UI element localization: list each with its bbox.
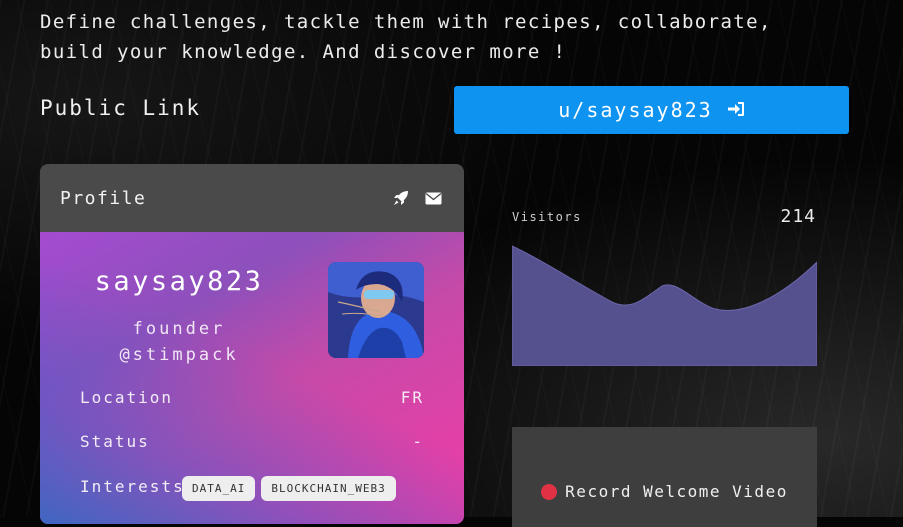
status-label: Status [80, 432, 150, 451]
interests-label: Interests [80, 477, 185, 496]
tagline: Define challenges, tackle them with reci… [40, 11, 772, 63]
profile-card-title: Profile [60, 187, 147, 209]
profile-card: Profile saysay823 founder @stimpack Loca… [40, 164, 464, 524]
visitors-sparkline [512, 245, 817, 366]
record-welcome-video-label: Record Welcome Video [565, 482, 788, 501]
profile-card-header: Profile [40, 164, 464, 232]
profile-card-body: saysay823 founder @stimpack Location FR … [40, 232, 464, 524]
interest-tags: DATA_AI BLOCKCHAIN_WEB3 [182, 476, 396, 501]
record-icon [541, 483, 558, 500]
visitors-count: 214 [780, 206, 816, 227]
welcome-video-panel: Record Welcome Video [512, 427, 817, 527]
rocket-icon[interactable] [392, 190, 409, 207]
avatar[interactable] [328, 262, 424, 358]
sign-in-icon [727, 98, 745, 122]
status-value: - [412, 432, 424, 451]
envelope-icon[interactable] [425, 192, 442, 205]
public-link-label: Public Link [40, 96, 202, 120]
profile-role: founder @stimpack [40, 316, 318, 368]
public-link-text: u/saysay823 [558, 98, 713, 122]
public-link-button[interactable]: u/saysay823 [454, 86, 849, 134]
visitors-label: Visitors [512, 210, 582, 224]
profile-role-company: @stimpack [119, 345, 239, 365]
location-label: Location [80, 388, 174, 407]
interest-tag[interactable]: BLOCKCHAIN_WEB3 [261, 476, 396, 501]
profile-role-title: founder [132, 319, 226, 339]
location-value: FR [400, 388, 424, 407]
profile-username: saysay823 [94, 266, 264, 297]
visitors-area [512, 245, 817, 366]
record-welcome-video-button[interactable]: Record Welcome Video [512, 482, 817, 501]
interest-tag[interactable]: DATA_AI [182, 476, 256, 501]
